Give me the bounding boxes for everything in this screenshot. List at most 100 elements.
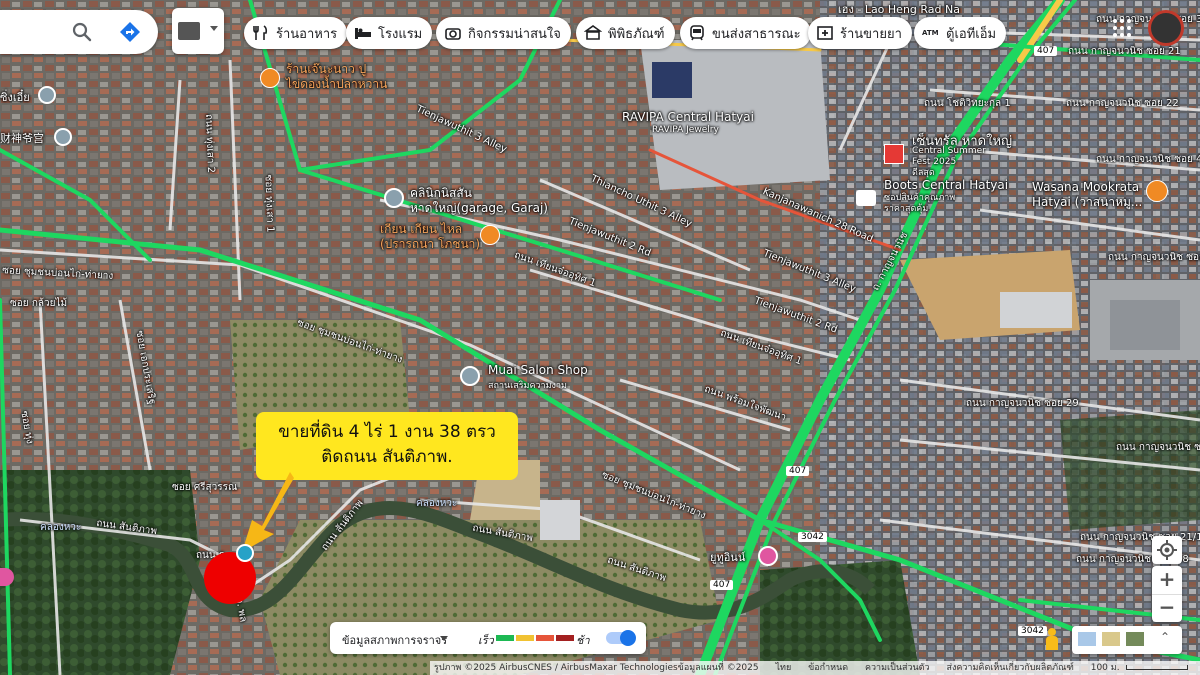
river-label: คลองหวะ (40, 522, 82, 533)
callout-line1: ขายที่ดิน 4 ไร่ 1 งาน 38 ตรว (278, 422, 496, 442)
chip-museums[interactable]: พิพิธภัณฑ์ (576, 17, 675, 49)
store-icon[interactable] (856, 190, 876, 206)
zoom-out-button[interactable]: − (1152, 594, 1182, 623)
map-type-thumbnails[interactable]: ⌃ (1072, 626, 1182, 654)
attribution-bar: รูปภาพ ©2025 AirbusCNES / AirbusMaxar Te… (430, 661, 1200, 675)
atm-icon: ATM (922, 29, 939, 37)
satellite-map[interactable] (0, 0, 1200, 675)
street-view-pegman-icon[interactable] (1044, 628, 1060, 650)
chip-restaurants[interactable]: ร้านอาหาร (244, 17, 348, 49)
highway-shield: 407 (710, 580, 734, 590)
chip-label: ขนส่งสาธารณะ (712, 26, 801, 42)
street-label: ถนน กาญจนวนิช ซอย 21/1 (1080, 532, 1200, 543)
map-thumb[interactable] (1078, 632, 1096, 646)
imagery-attribution: รูปภาพ ©2025 AirbusCNES / AirbusMaxar Te… (434, 663, 759, 673)
my-location-icon (1157, 540, 1177, 560)
zoom-controls[interactable]: + − (1152, 566, 1182, 622)
place-label-wasana[interactable]: Wasana Mookrata Hatyai (วาสนาหมู... (1032, 180, 1142, 210)
place-label[interactable]: ร้านเจ๊นะนาว ปู ไข่ดองน้ำปลาหวาน (286, 62, 387, 92)
street-label: ถนน กาญจนวนิช ซอย 4 (1096, 154, 1200, 165)
place-label-nissan[interactable]: คลินิกนิสสัน หาดใหญ่(garage, Garaj) (410, 186, 548, 216)
privacy-link[interactable]: ความเป็นส่วนตัว (865, 663, 930, 673)
transit-icon (690, 25, 704, 41)
place-label-muai[interactable]: Muai Salon Shop (488, 363, 588, 377)
place-pin-icon[interactable] (54, 128, 72, 146)
place-label-edge: ซิ่งเอี๋ย (0, 91, 30, 104)
street-label: ถนน โชติวิทยะกุล 1 (924, 98, 1011, 109)
restaurant-pin-icon[interactable] (480, 225, 500, 245)
street-label: ซอย ศรีสุวรรณ (172, 482, 238, 493)
place-label-ravipa[interactable]: RAVIPA Central Hatyai (622, 110, 754, 124)
highway-shield: 3042 (1018, 626, 1047, 636)
directions-icon[interactable] (118, 20, 142, 44)
street-label: ถนน กาญจนวนิช ซอย (1116, 442, 1200, 453)
traffic-swatch-1 (496, 635, 514, 641)
chip-pharmacy[interactable]: ร้านขายยา (808, 17, 912, 49)
chip-transit[interactable]: ขนส่งสาธารณะ (680, 17, 811, 49)
chevron-down-icon[interactable] (440, 636, 448, 641)
traffic-fast-label: เร็ว (478, 634, 494, 647)
pharmacy-icon (817, 26, 833, 40)
chip-label: กิจกรรมน่าสนใจ (468, 26, 561, 42)
expand-icon[interactable]: ⌃ (1160, 630, 1170, 644)
traffic-legend[interactable]: ข้อมูลสภาพการจราจร เร็ว ช้า (330, 622, 646, 654)
street-label: ถนน กาญจนวนิช ซอย 22 (1066, 98, 1179, 109)
place-pin-icon[interactable] (460, 366, 480, 386)
chip-hotels[interactable]: โรงแรม (346, 17, 433, 49)
settings-icon[interactable] (38, 86, 56, 104)
pointer-arrow-icon (242, 472, 294, 552)
terms-link[interactable]: ข้อกำหนด (808, 663, 848, 673)
search-icon[interactable] (70, 20, 94, 44)
shopping-pin-icon[interactable] (884, 144, 904, 164)
traffic-slow-label: ช้า (576, 634, 590, 647)
place-sub-boots: ซอปสินค้าคุณภาพ ราคาสุดคุ้ม (884, 193, 956, 214)
restaurant-pin-icon[interactable] (1146, 180, 1168, 202)
traffic-swatch-2 (516, 635, 534, 641)
callout-line2: ติดถนน สันติภาพ. (321, 447, 453, 467)
toggle-knob (620, 630, 636, 646)
scale-bar (1126, 665, 1189, 670)
language-link[interactable]: ไทย (776, 663, 792, 673)
street-label: ถนน กาญจนวนิช ซอย 29 (966, 398, 1079, 409)
feedback-link[interactable]: ส่งความคิดเห็นเกี่ยวกับผลิตภัณฑ์ (946, 663, 1073, 673)
street-label: ถนน กาญจนวนิช ซอย 21 (1068, 46, 1181, 57)
highway-shield: 3042 (798, 532, 827, 542)
avatar[interactable] (1148, 10, 1184, 46)
camera-icon (445, 28, 461, 40)
traffic-toggle[interactable] (606, 630, 636, 646)
hotel-icon (355, 28, 371, 39)
highway-shield: 407 (1034, 46, 1058, 56)
satellite-thumb[interactable] (1126, 632, 1144, 646)
apps-icon[interactable] (1112, 18, 1132, 38)
chip-label: พิพิธภัณฑ์ (608, 26, 665, 42)
chip-label: ร้านอาหาร (276, 26, 338, 42)
traffic-label[interactable]: ข้อมูลสภาพการจราจร (342, 631, 447, 649)
place-prefix: เฮง - (838, 3, 862, 16)
search-box[interactable] (0, 10, 158, 54)
chip-attractions[interactable]: กิจกรรมน่าสนใจ (436, 17, 571, 49)
chip-atm[interactable]: ATM ตู้เอทีเอ็ม (914, 17, 1007, 49)
river-label: คลองหวะ (416, 498, 458, 509)
restaurant-icon (253, 25, 268, 40)
place-label-laoheng[interactable]: เฮง - Lao Heng Rad Na (838, 0, 960, 18)
place-label-u2inn[interactable]: ยูทูอินน์ (710, 548, 745, 566)
my-location-button[interactable] (1152, 536, 1182, 564)
restaurant-pin-icon[interactable] (260, 68, 280, 88)
place-sub-muai: สถานเสริมความงาม (488, 381, 567, 391)
location-pin-icon[interactable] (236, 544, 254, 562)
terrain-thumb[interactable] (1102, 632, 1120, 646)
highway-shield: 407 (786, 466, 810, 476)
traffic-swatch-3 (536, 635, 554, 641)
street-label: ถนน กาญจนวนิช ซอย (1108, 252, 1200, 263)
place-label-kian[interactable]: เกียน เกียน ไหล (ปรารถนา โภชนา) (380, 222, 480, 252)
traffic-swatch-4 (556, 635, 574, 641)
zoom-in-button[interactable]: + (1152, 566, 1182, 594)
street-label: ซอย กล้วยไม้ (10, 298, 68, 309)
place-label-boots[interactable]: Boots Central Hatyai (884, 178, 1008, 192)
museum-icon (584, 25, 602, 40)
hotel-pin-icon[interactable] (758, 546, 778, 566)
chevron-down-icon[interactable] (210, 26, 218, 31)
scale-label[interactable]: 100 ม. (1091, 663, 1120, 673)
layers-button[interactable] (172, 8, 224, 54)
place-pin-icon[interactable] (384, 188, 404, 208)
